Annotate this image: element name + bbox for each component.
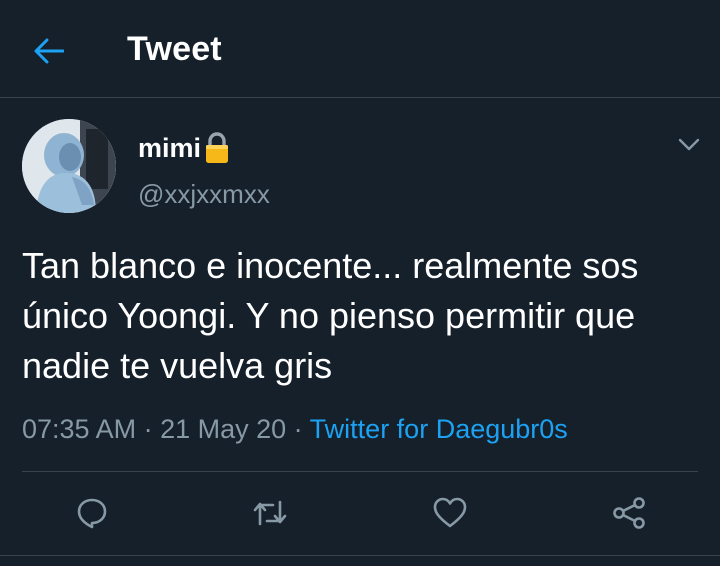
page-title: Tweet bbox=[127, 30, 222, 68]
back-button[interactable] bbox=[24, 28, 74, 74]
tweet-text: Tan blanco e inocente... realmente sos ú… bbox=[22, 245, 639, 386]
user-handle[interactable]: @xxjxxmxx bbox=[138, 179, 270, 210]
tweet-time: 07:35 AM bbox=[22, 414, 137, 444]
tweet-date: 21 May 20 bbox=[160, 414, 287, 444]
share-icon bbox=[613, 497, 645, 529]
meta-separator: · bbox=[136, 414, 161, 444]
tweet-detail-screen: Tweet mimi @xxjxxmxx Tan blanco e inocen… bbox=[0, 0, 720, 566]
avatar[interactable] bbox=[22, 119, 116, 213]
top-bar: Tweet bbox=[0, 0, 720, 98]
divider bbox=[0, 555, 720, 556]
tweet-options-button[interactable] bbox=[674, 132, 704, 158]
reply-button[interactable] bbox=[72, 493, 112, 533]
retweet-button[interactable] bbox=[250, 493, 290, 533]
divider bbox=[22, 471, 698, 472]
meta-separator: · bbox=[286, 414, 310, 444]
reply-icon bbox=[77, 498, 107, 529]
tweet-source-link[interactable]: Twitter for Daegubr0s bbox=[310, 414, 568, 444]
arrow-left-icon bbox=[34, 38, 64, 64]
tweet-meta: 07:35 AM · 21 May 20 · Twitter for Daegu… bbox=[22, 414, 568, 445]
heart-icon bbox=[433, 497, 467, 528]
like-button[interactable] bbox=[430, 493, 470, 533]
avatar-image bbox=[22, 119, 116, 213]
display-name[interactable]: mimi bbox=[138, 131, 230, 165]
share-button[interactable] bbox=[609, 493, 649, 533]
lock-icon bbox=[206, 132, 229, 163]
chevron-down-icon bbox=[678, 138, 700, 151]
tweet-actions bbox=[0, 488, 720, 538]
display-name-text: mimi bbox=[138, 132, 202, 163]
retweet-icon bbox=[253, 500, 287, 526]
